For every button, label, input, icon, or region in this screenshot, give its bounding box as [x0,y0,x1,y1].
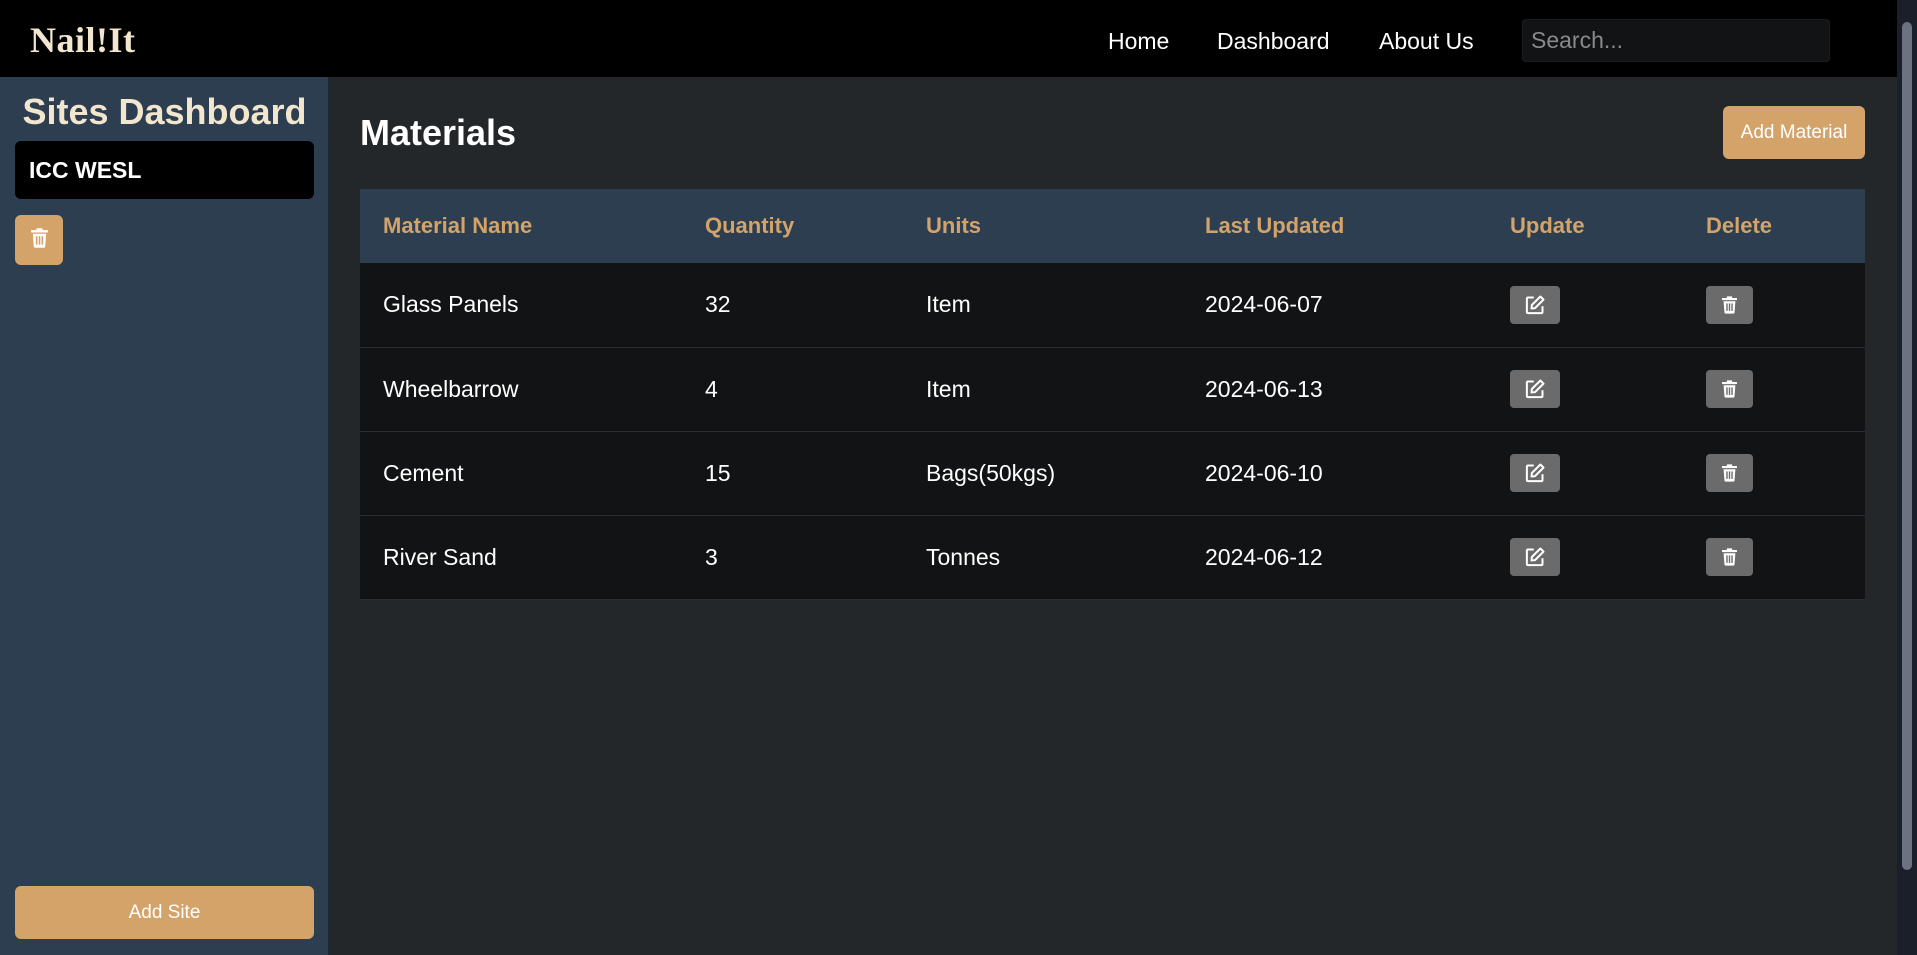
app-window: Nail!It Home Dashboard About Us Sites Da… [0,0,1897,955]
table-row: Wheelbarrow 4 Item 2024-06-13 [360,347,1865,431]
last-updated-cell: 2024-06-10 [1205,459,1323,486]
units-cell: Bags(50kgs) [926,459,1056,486]
table-row: Cement 15 Bags(50kgs) 2024-06-10 [360,431,1865,515]
last-updated-cell: 2024-06-12 [1205,543,1323,570]
brand-logo[interactable]: Nail!It [30,19,136,61]
column-header-update: Update [1510,213,1585,238]
delete-cell [1683,515,1865,599]
edit-icon [1525,295,1545,314]
materials-table: Material Name Quantity Units Last Update… [360,189,1865,600]
quantity-cell: 3 [705,543,718,570]
delete-button[interactable] [1706,285,1753,324]
edit-button[interactable] [1510,538,1560,576]
table-row: Glass Panels 32 Item 2024-06-07 [360,263,1865,347]
update-cell [1487,431,1683,515]
add-site-button[interactable]: Add Site [15,886,314,939]
add-material-button[interactable]: Add Material [1723,106,1865,159]
edit-button[interactable] [1510,285,1560,324]
trash-icon [1722,548,1737,566]
delete-cell [1683,347,1865,431]
edit-icon [1525,379,1545,399]
quantity-cell: 15 [705,459,731,486]
delete-cell [1683,431,1865,515]
quantity-cell: 4 [705,375,718,402]
edit-button[interactable] [1510,454,1560,492]
table-row: River Sand 3 Tonnes 2024-06-12 [360,515,1865,599]
last-updated-cell: 2024-06-13 [1205,375,1323,402]
trash-icon [1722,464,1737,482]
column-header-last-updated: Last Updated [1205,213,1345,238]
update-cell [1487,515,1683,599]
delete-site-button[interactable] [15,215,63,265]
sidebar-site-item[interactable]: ICC WESL [15,141,314,199]
nav-link-home[interactable]: Home [1108,28,1169,55]
edit-icon [1525,547,1545,567]
column-header-delete: Delete [1706,213,1773,238]
trash-icon [30,227,48,253]
table-header-row: Material Name Quantity Units Last Update… [360,189,1865,263]
quantity-cell: 32 [705,291,731,318]
nav-link-dashboard[interactable]: Dashboard [1217,28,1330,55]
delete-button[interactable] [1706,370,1753,408]
top-navbar: Nail!It Home Dashboard About Us [0,0,1897,77]
update-cell [1487,347,1683,431]
edit-button[interactable] [1510,370,1560,408]
delete-button[interactable] [1706,538,1753,576]
units-cell: Item [926,291,971,318]
units-cell: Tonnes [926,543,1001,570]
material-name-cell: River Sand [383,543,497,570]
sidebar-title: Sites Dashboard [22,91,307,132]
delete-button[interactable] [1706,454,1753,492]
delete-cell [1683,263,1865,347]
column-header-quantity: Quantity [705,213,795,238]
material-name-cell: Cement [383,459,464,486]
main-content: Materials Add Material Material Name Qua… [330,77,1897,955]
trash-icon [1722,296,1737,314]
trash-icon [1722,380,1737,398]
page-title: Materials [360,112,517,153]
scrollbar-thumb[interactable] [1902,22,1912,870]
material-name-cell: Glass Panels [383,291,519,318]
column-header-material-name: Material Name [383,213,533,238]
search-input[interactable] [1522,19,1830,62]
sidebar: Sites Dashboard ICC WESL Add Site [0,77,329,955]
units-cell: Item [926,375,971,402]
update-cell [1487,263,1683,347]
edit-icon [1525,463,1545,483]
last-updated-cell: 2024-06-07 [1205,291,1323,318]
vertical-scrollbar[interactable] [1897,0,1917,955]
nav-link-about-us[interactable]: About Us [1379,28,1474,55]
material-name-cell: Wheelbarrow [383,375,519,402]
column-header-units: Units [926,213,981,238]
